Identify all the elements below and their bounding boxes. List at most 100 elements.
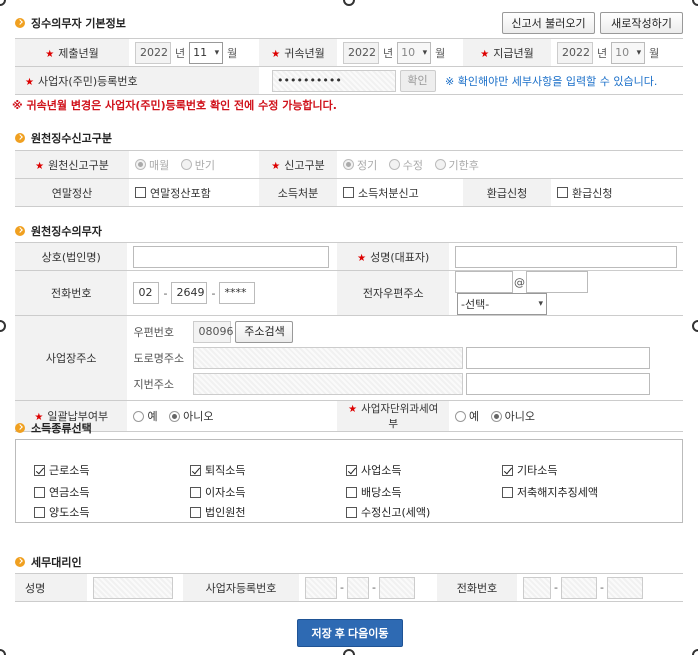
radio-lump-yes-label: 예 [147,410,158,423]
email-label: 전자우편주소 [337,270,449,316]
tax-agent-bizno-part2[interactable] [346,576,369,599]
income-item-corporate[interactable]: 법인원천 [190,504,245,520]
belong-year-input[interactable]: 2022 [343,41,379,64]
label-text: 제출년월 [58,46,99,60]
lot-address-detail-input[interactable] [466,373,651,395]
tax-agent-bizno-part1[interactable] [305,576,337,599]
radio-late[interactable] [434,159,446,170]
income-checkbox[interactable] [502,486,513,498]
report-division-label: ★ 원천신고구분 [15,150,129,179]
radio-unit-tax-yes-label: 예 [469,410,480,423]
income-item-business[interactable]: 사업소득 [346,462,401,478]
section-title-text: 원천징수신고구분 [31,132,112,145]
income-item-savings-penalty[interactable]: 저축해지추징세액 [502,484,598,500]
radio-monthly[interactable] [135,159,146,170]
phone-part2-input[interactable]: 2649 [171,282,208,304]
radio-half-year[interactable] [180,159,192,170]
income-checkbox[interactable] [346,486,357,498]
zip-input[interactable]: 08096 [193,321,233,343]
income-disposition-checkbox[interactable] [343,187,354,198]
pay-month-value: 10 [615,46,630,59]
income-checkbox[interactable] [190,486,201,498]
belong-month-warning: ※ 귀속년월 변경은 사업자(주민)등록번호 확인 전에 수정 가능합니다. [12,99,337,112]
required-icon: ★ [480,48,490,60]
confirm-note: ※ 확인해야만 세부사항을 입력할 수 있습니다. [445,74,658,88]
tax-agent-bizno-part3[interactable] [378,576,415,599]
income-checkbox[interactable] [346,464,357,476]
tax-agent-phone-part2[interactable] [560,576,597,599]
load-report-button[interactable]: 신고서 불러오기 [502,12,595,34]
phone-part1-input[interactable]: 02 [133,282,160,304]
income-item-interest[interactable]: 이자소득 [190,484,245,500]
resize-handle-left[interactable] [0,320,6,332]
new-report-button[interactable]: 새로작성하기 [600,12,683,34]
income-checkbox[interactable] [502,464,513,476]
income-item-other[interactable]: 기타소득 [502,462,557,478]
chevron-down-icon: ▾ [422,47,428,58]
income-item-retirement[interactable]: 퇴직소득 [190,462,245,478]
save-next-button[interactable]: 저장 후 다음이동 [297,619,403,647]
biz-address-label: 사업장주소 [15,315,128,401]
tax-agent-phone-part3[interactable] [606,576,643,599]
belong-month-value: 10 [401,46,416,59]
radio-unit-tax-yes[interactable] [455,410,466,422]
phone-part3-input[interactable]: **** [219,282,256,304]
belong-month-select[interactable]: 10 ▾ [397,41,432,64]
email-domain-select[interactable]: -선택- ▾ [457,293,547,315]
company-input[interactable] [133,245,330,268]
income-checkbox[interactable] [190,506,201,518]
refund-checkbox[interactable] [557,187,568,198]
radio-amend[interactable] [388,159,400,170]
income-checkbox[interactable] [346,506,357,518]
radio-regular[interactable] [343,159,354,170]
regno-input[interactable]: •••••••••• [272,69,396,92]
ceo-name-input[interactable] [455,245,677,268]
resize-handle-top-right[interactable] [692,0,698,6]
radio-lump-no[interactable] [169,410,181,422]
section-title-text: 징수의무자 기본정보 [31,17,126,30]
income-checkbox[interactable] [190,464,201,476]
label-text: 전화번호 [50,287,92,300]
submit-month-select[interactable]: 11 ▾ [189,41,224,64]
income-item-earned[interactable]: 근로소득 [34,462,89,478]
income-item-pension[interactable]: 연금소득 [34,484,89,500]
confirm-button[interactable]: 확인 [399,69,436,92]
income-checkbox[interactable] [34,486,45,498]
email-id-input[interactable] [455,271,513,293]
resize-handle-right[interactable] [692,320,698,332]
road-address-input[interactable] [193,347,464,369]
resize-handle-bottom-left[interactable] [0,649,6,655]
section-title-text: 소득종류선택 [31,422,92,435]
road-address-detail-input[interactable] [466,347,651,369]
yearend-checkbox[interactable] [135,187,146,198]
dash: - [371,581,376,594]
tax-agent-name-input[interactable] [93,576,173,599]
pay-month-select[interactable]: 10 ▾ [611,41,646,64]
radio-unit-tax-no[interactable] [490,410,502,422]
resize-handle-bottom-right[interactable] [692,649,698,655]
income-item-transfer[interactable]: 양도소득 [34,504,89,520]
income-checkbox[interactable] [34,506,45,518]
lot-address-input[interactable] [193,373,464,395]
resize-handle-top-center[interactable] [343,0,355,6]
label-text: 사업자단위과세여부 [361,403,439,430]
section-title-agent: 원천징수의무자 [15,223,102,239]
address-search-button[interactable]: 주소검색 [235,321,294,343]
email-domain-input[interactable] [526,271,588,293]
submit-year-input[interactable]: 2022 [135,41,171,64]
tax-agent-phone-part1[interactable] [523,576,551,599]
chevron-down-icon: ▾ [214,47,220,58]
resize-handle-bottom-center[interactable] [343,649,355,655]
agent-table: 상호(법인명) ★ 성명(대표자) 전화번호 02-2649- **** 전자우편주… [15,242,683,432]
pay-year-input[interactable]: 2022 [557,41,593,64]
income-checkbox[interactable] [34,464,45,476]
label-text: 지급년월 [493,46,534,60]
label-text: 성명 [25,581,46,595]
income-label: 이자소득 [205,486,246,499]
required-icon: ★ [271,160,281,172]
resize-handle-top-left[interactable] [0,0,6,6]
income-item-amend-tax[interactable]: 수정신고(세액) [346,504,430,520]
radio-lump-yes[interactable] [133,410,145,422]
basic-info-table: ★ 제출년월 2022 년 11 ▾ 월 ★ 귀속년월 2022 년 10 ▾ 월 ★ 지급년월 20… [15,38,683,95]
income-item-dividend[interactable]: 배당소득 [346,484,401,500]
